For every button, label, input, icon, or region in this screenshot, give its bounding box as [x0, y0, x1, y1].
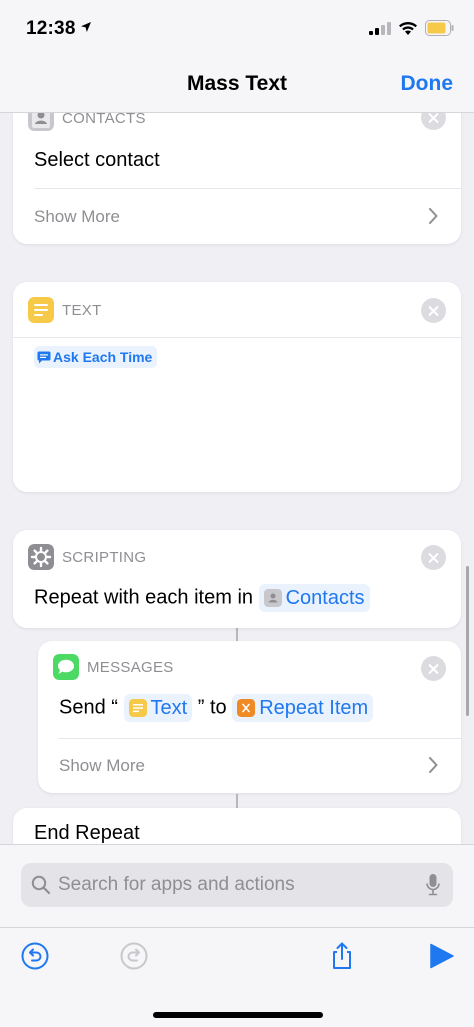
category-label: SCRIPTING — [62, 549, 147, 566]
show-more-button[interactable]: Show More — [34, 207, 120, 227]
block-connector — [236, 794, 238, 808]
divider — [59, 738, 461, 739]
wifi-icon — [399, 21, 417, 35]
battery-icon — [425, 20, 454, 36]
send-prefix: Send “ — [59, 696, 118, 719]
end-repeat-label: End Repeat — [34, 822, 140, 844]
remove-action-button[interactable] — [421, 545, 446, 570]
send-message-text: Send “ Text ” to Repeat Item — [59, 694, 374, 722]
category-label: MESSAGES — [87, 659, 174, 676]
search-bar[interactable] — [21, 863, 453, 907]
undo-icon[interactable] — [20, 941, 50, 971]
remove-action-button[interactable] — [421, 656, 446, 681]
redo-icon[interactable] — [119, 941, 149, 971]
ask-each-time-label: Ask Each Time — [53, 349, 153, 365]
status-bar: 12:38 — [0, 0, 474, 60]
done-button[interactable]: Done — [401, 72, 454, 96]
status-time: 12:38 — [26, 18, 76, 39]
chevron-right-icon — [429, 757, 438, 773]
divider — [34, 188, 461, 189]
search-input[interactable] — [58, 863, 408, 907]
action-search-panel — [0, 844, 474, 1027]
send-message-action-card[interactable]: MESSAGES Send “ Text ” to Repeat Item Sh… — [38, 641, 461, 793]
microphone-icon[interactable] — [425, 873, 441, 897]
text-variable-token[interactable]: Text — [123, 694, 193, 722]
search-icon — [31, 875, 51, 895]
contacts-app-icon — [28, 112, 54, 131]
show-more-button[interactable]: Show More — [59, 756, 145, 776]
home-indicator[interactable] — [153, 1012, 323, 1018]
repeat-action-card[interactable]: SCRIPTING Repeat with each item in Conta… — [13, 530, 461, 628]
category-label: TEXT — [62, 302, 102, 319]
select-contact-action[interactable]: Select contact — [34, 149, 160, 172]
repeat-prefix: Repeat with each item in — [34, 586, 254, 609]
text-app-icon — [128, 699, 147, 717]
category-label: CONTACTS — [62, 112, 146, 127]
remove-action-button[interactable] — [421, 298, 446, 323]
location-arrow-icon — [81, 22, 91, 32]
navigation-bar: Mass Text Done — [0, 60, 474, 113]
repeat-item-variable-token[interactable]: Repeat Item — [232, 694, 374, 722]
repeat-action-text: Repeat with each item in Contacts — [34, 584, 370, 612]
scroll-indicator — [466, 566, 469, 716]
text-app-icon — [28, 297, 54, 323]
speech-bubble-icon — [37, 351, 51, 364]
text-action-card[interactable]: TEXT Ask Each Time — [13, 282, 461, 492]
repeat-item-token-label: Repeat Item — [259, 697, 369, 719]
contacts-variable-token[interactable]: Contacts — [258, 584, 370, 612]
chevron-right-icon — [429, 208, 438, 224]
remove-action-button[interactable] — [421, 112, 446, 130]
play-icon[interactable] — [426, 941, 456, 971]
variable-x-icon — [237, 699, 256, 717]
scripting-gear-icon — [28, 544, 54, 570]
contacts-action-card[interactable]: CONTACTS Select contact Show More — [13, 112, 461, 244]
contacts-token-label: Contacts — [285, 587, 365, 609]
cellular-signal-icon — [369, 22, 391, 35]
share-icon[interactable] — [327, 941, 357, 971]
messages-app-icon — [53, 654, 79, 680]
text-token-label: Text — [150, 697, 188, 719]
shortcut-editor[interactable]: CONTACTS Select contact Show More TEXT A… — [0, 112, 474, 844]
divider — [0, 927, 474, 928]
ask-each-time-token[interactable]: Ask Each Time — [34, 346, 158, 368]
end-repeat-card[interactable]: End Repeat — [13, 808, 461, 844]
block-connector — [236, 628, 238, 642]
to-label: ” to — [197, 696, 227, 719]
divider — [13, 337, 461, 338]
contacts-app-icon — [263, 589, 282, 607]
